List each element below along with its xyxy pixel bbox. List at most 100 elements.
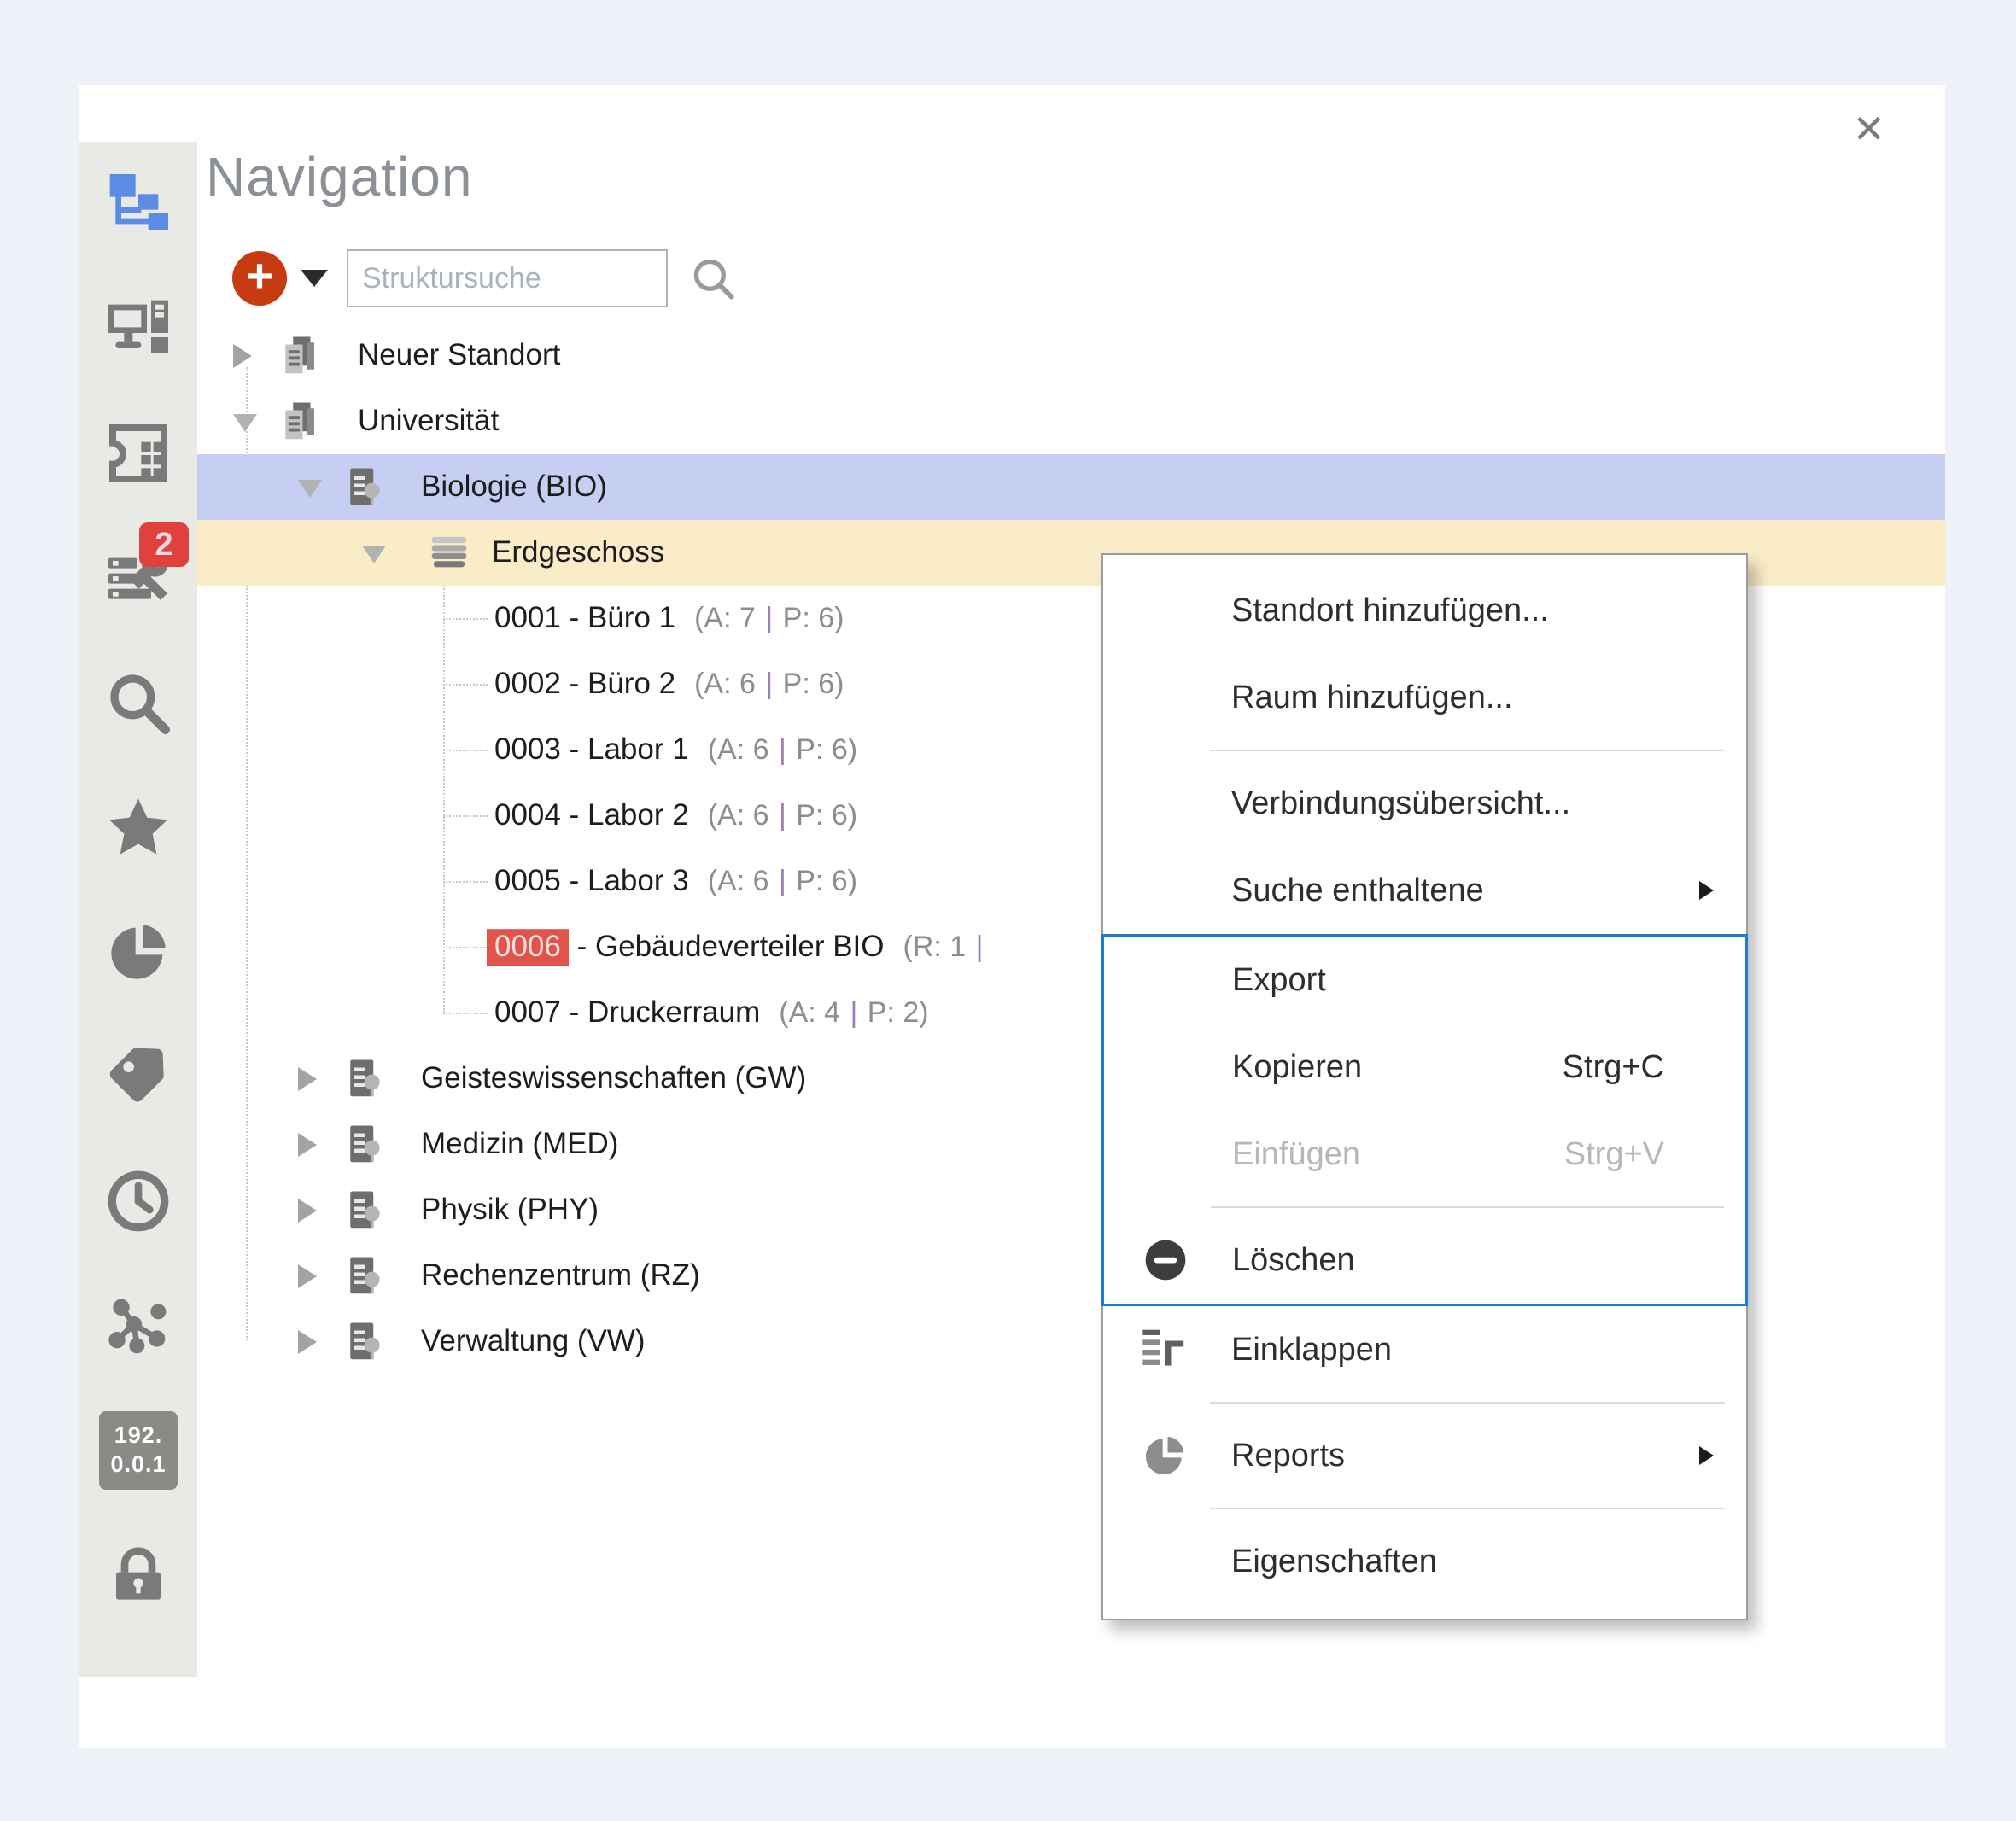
menu-item-label: Reports <box>1231 1438 1345 1474</box>
collapse-icon-wrap <box>1141 1326 1189 1374</box>
menu-item-export[interactable]: Export <box>1104 937 1745 1024</box>
collapse-icon <box>1141 1326 1189 1374</box>
icon-sidebar: 2 <box>79 142 197 1677</box>
tree-row-label: 0002 - Büro 2(A: 6 | P: 6) <box>494 667 844 701</box>
menu-item-kopieren[interactable]: KopierenStrg+C <box>1104 1024 1745 1111</box>
sidebar-item-history[interactable] <box>79 1139 197 1264</box>
node-name: Labor 2 <box>587 798 689 832</box>
minus-circle-icon <box>1142 1236 1189 1284</box>
expand-expander-icon[interactable] <box>298 1067 317 1091</box>
building-icon <box>341 1188 387 1234</box>
menu-item-suche-enthaltene[interactable]: Suche enthaltene <box>1103 847 1746 934</box>
menu-item-label: Suche enthaltene <box>1231 873 1484 909</box>
tree-connector-stub <box>443 618 488 620</box>
floor-icon-wrap <box>426 530 472 576</box>
clock-icon <box>104 1167 172 1235</box>
menu-item-verbindungsübersicht[interactable]: Verbindungsübersicht... <box>1103 760 1746 847</box>
menu-item-label: Verbindungsübersicht... <box>1231 785 1570 822</box>
search-icon <box>104 668 172 737</box>
room-counts: (A: 4 | P: 2) <box>779 996 928 1029</box>
sidebar-item-devices[interactable] <box>79 266 197 391</box>
expand-expander-icon[interactable] <box>298 1199 317 1223</box>
pie-chart-icon <box>1141 1432 1189 1480</box>
collapse-expander-icon[interactable] <box>233 414 257 432</box>
sidebar-item-topology[interactable] <box>79 142 197 266</box>
floorplan-icon <box>104 419 172 487</box>
building-icon <box>341 1319 387 1365</box>
building-icon <box>341 464 387 511</box>
lock-icon <box>104 1541 172 1609</box>
building-icon-wrap <box>341 464 387 511</box>
tools-badge: 2 <box>139 522 189 567</box>
count-separator: | <box>777 799 788 832</box>
node-name: Medizin (MED) <box>421 1127 618 1160</box>
node-name: Gebäudeverteiler BIO <box>595 930 885 963</box>
menu-item-löschen[interactable]: Löschen <box>1104 1217 1745 1304</box>
search-submit-button[interactable] <box>688 254 738 303</box>
graph-icon <box>104 1292 172 1360</box>
menu-item-einklappen[interactable]: Einklappen <box>1103 1306 1746 1393</box>
pie-icon-wrap <box>1141 1432 1189 1480</box>
building-icon-wrap <box>341 1253 387 1299</box>
expand-expander-icon[interactable] <box>298 1264 317 1288</box>
menu-item-standort-hinzufügen[interactable]: Standort hinzufügen... <box>1103 567 1746 654</box>
menu-item-shortcut: Strg+V <box>1564 1136 1745 1173</box>
collapse-expander-icon[interactable] <box>298 480 322 498</box>
structure-search-input[interactable] <box>347 249 668 307</box>
tree-connector-stub <box>443 750 488 751</box>
expand-expander-icon[interactable] <box>298 1133 317 1157</box>
sidebar-item-tags[interactable] <box>79 1014 197 1139</box>
sidebar-item-search[interactable] <box>79 640 197 765</box>
tree-row-label: Physik (PHY) <box>421 1193 599 1227</box>
node-name: Biologie (BIO) <box>421 470 607 503</box>
node-name: Büro 1 <box>587 601 675 634</box>
room-number: 0007 <box>494 995 561 1029</box>
collapse-expander-icon[interactable] <box>362 546 386 563</box>
sidebar-item-favorites[interactable] <box>79 765 197 890</box>
expand-expander-icon[interactable] <box>298 1330 317 1354</box>
add-dropdown-caret-icon[interactable] <box>301 270 328 287</box>
add-button[interactable]: + <box>232 251 287 306</box>
room-number: 0004 <box>494 798 561 832</box>
sidebar-item-floorplan[interactable] <box>79 391 197 516</box>
room-counts: (A: 6 | P: 6) <box>694 668 844 700</box>
tree-row-label: Biologie (BIO) <box>421 470 607 504</box>
expand-expander-icon[interactable] <box>233 344 252 368</box>
menu-divider <box>1210 1402 1725 1404</box>
tree-row[interactable]: Universität <box>197 388 1945 454</box>
search-icon <box>688 254 738 303</box>
pie-chart-icon <box>104 918 172 986</box>
close-icon[interactable]: ✕ <box>1852 109 1885 149</box>
menu-item-raum-hinzufügen[interactable]: Raum hinzufügen... <box>1103 654 1746 741</box>
menu-item-label: Export <box>1232 962 1326 999</box>
menu-item-reports[interactable]: Reports <box>1103 1412 1746 1499</box>
context-menu: Standort hinzufügen... Raum hinzufügen...… <box>1101 553 1748 1620</box>
site-icon-wrap <box>276 333 322 379</box>
menu-divider <box>1211 1206 1724 1208</box>
sidebar-item-connections[interactable] <box>79 1264 197 1388</box>
tree-row[interactable]: Biologie (BIO) <box>197 454 1945 520</box>
node-name: Verwaltung (VW) <box>421 1324 646 1357</box>
sidebar-item-ip-address[interactable]: 192.0.0.1 <box>79 1388 197 1513</box>
tree-connector-stub <box>443 947 488 948</box>
menu-item-label: Einfügen <box>1232 1136 1360 1173</box>
room-counts: (A: 7 | P: 6) <box>694 602 844 634</box>
tree-toolbar: + <box>232 249 738 307</box>
sidebar-item-lock[interactable] <box>79 1513 197 1637</box>
page-title: Navigation <box>206 145 472 208</box>
room-number: 0005 <box>494 864 561 897</box>
menu-item-eigenschaften[interactable]: Eigenschaften <box>1103 1518 1746 1605</box>
sidebar-item-reports[interactable] <box>79 890 197 1014</box>
menu-item-label: Standort hinzufügen... <box>1231 592 1549 629</box>
tree-row-label: Medizin (MED) <box>421 1127 618 1161</box>
sidebar-item-tools[interactable]: 2 <box>79 516 197 640</box>
tree-row-label: 0006 - Gebäudeverteiler BIO(R: 1 | <box>494 930 985 964</box>
room-counts: (A: 6 | P: 6) <box>708 799 857 832</box>
menu-item-label: Raum hinzufügen... <box>1231 680 1513 716</box>
tree-row[interactable]: Neuer Standort <box>197 323 1945 388</box>
room-counts: (A: 6 | P: 6) <box>708 733 857 766</box>
node-name: Rechenzentrum (RZ) <box>421 1258 700 1292</box>
menu-item-label: Eigenschaften <box>1231 1544 1437 1580</box>
node-name: Physik (PHY) <box>421 1193 599 1226</box>
menu-item-einfügen[interactable]: Einfügen Strg+V <box>1104 1111 1745 1198</box>
